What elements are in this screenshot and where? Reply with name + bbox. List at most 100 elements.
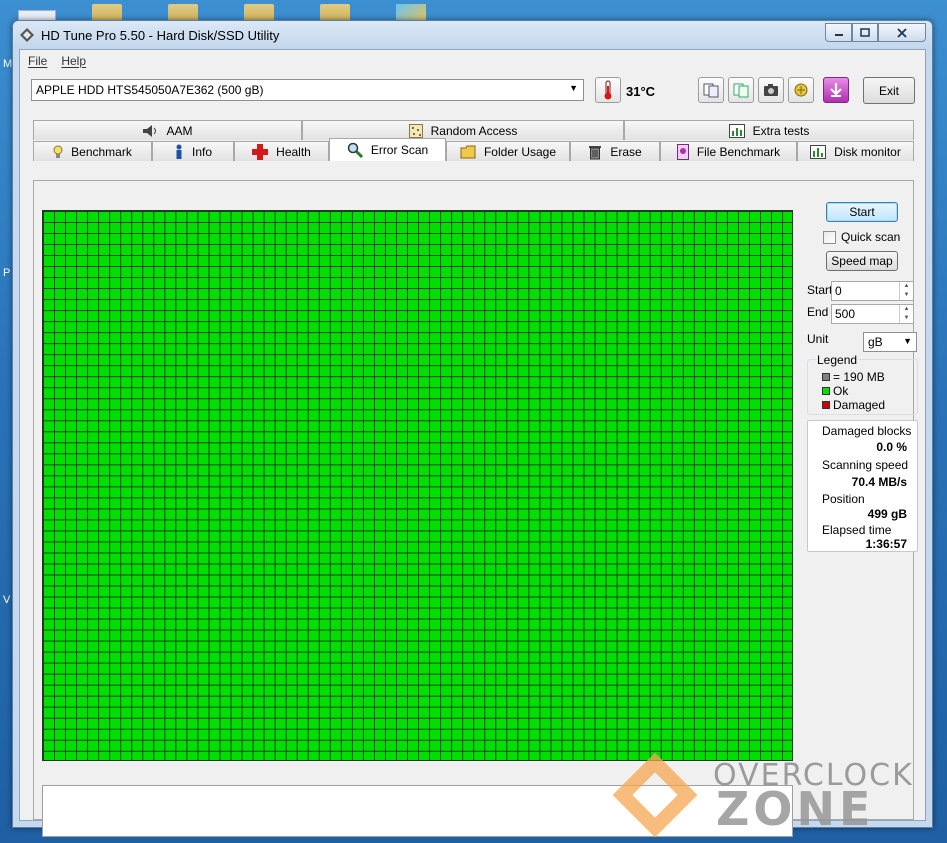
options-button[interactable] bbox=[788, 77, 814, 103]
menu-file[interactable]: File bbox=[28, 54, 47, 68]
drive-select[interactable]: APPLE HDD HTS545050A7E362 (500 gB) ▼ bbox=[31, 79, 584, 101]
error-scan-block-map bbox=[42, 210, 793, 761]
unit-select[interactable]: gB ▼ bbox=[863, 332, 917, 352]
minimize-button[interactable] bbox=[825, 23, 852, 42]
legend-block-size: = 190 MB bbox=[833, 370, 885, 384]
tab-aam[interactable]: AAM bbox=[33, 120, 302, 140]
desktop-label: M bbox=[3, 58, 13, 70]
tab-label: Error Scan bbox=[370, 143, 429, 157]
speaker-icon bbox=[143, 124, 157, 137]
thermometer-button[interactable] bbox=[595, 77, 621, 103]
quick-scan-checkbox[interactable] bbox=[823, 230, 836, 244]
end-input-value: 500 bbox=[835, 307, 856, 321]
menu-help[interactable]: Help bbox=[61, 54, 86, 68]
maximize-button[interactable] bbox=[852, 23, 878, 42]
start-input-value: 0 bbox=[835, 284, 842, 298]
tab-folder-usage[interactable]: Folder Usage bbox=[446, 141, 570, 161]
legend-damaged-label: Damaged bbox=[833, 398, 886, 412]
red-swatch-icon bbox=[822, 401, 830, 409]
file-benchmark-icon bbox=[676, 143, 689, 160]
end-spinner[interactable]: ▲ ▼ bbox=[899, 305, 913, 323]
unit-label: Unit bbox=[807, 332, 829, 346]
client-area: File Help APPLE HDD HTS545050A7E362 (500… bbox=[19, 49, 926, 837]
tab-health[interactable]: Health bbox=[234, 141, 329, 161]
temperature-value: 31°C bbox=[626, 84, 656, 99]
options-icon bbox=[794, 83, 808, 97]
tab-benchmark[interactable]: Benchmark bbox=[33, 141, 152, 161]
tab-info[interactable]: Info bbox=[152, 141, 234, 161]
app-icon bbox=[20, 28, 34, 42]
damaged-blocks-value: 0.0 % bbox=[876, 440, 907, 454]
thermometer-icon bbox=[604, 80, 612, 100]
tab-label: Random Access bbox=[430, 123, 518, 138]
green-swatch-icon bbox=[822, 387, 830, 395]
trash-icon bbox=[589, 145, 602, 159]
quick-scan-option[interactable]: Quick scan bbox=[823, 230, 900, 244]
close-button[interactable] bbox=[878, 23, 926, 42]
desktop-label: V bbox=[3, 594, 11, 606]
legend-title: Legend bbox=[816, 353, 859, 367]
end-input[interactable]: 500 ▲ ▼ bbox=[831, 304, 914, 324]
speed-map-button[interactable]: Speed map bbox=[826, 251, 898, 271]
scanning-speed-label: Scanning speed bbox=[822, 458, 909, 472]
tab-file-benchmark[interactable]: File Benchmark bbox=[660, 141, 797, 161]
save-button[interactable] bbox=[823, 77, 849, 103]
window-title: HD Tune Pro 5.50 - Hard Disk/SSD Utility bbox=[41, 28, 280, 43]
tab-error-scan[interactable]: Error Scan bbox=[329, 138, 446, 161]
tab-label: Extra tests bbox=[752, 123, 810, 138]
tab-disk-monitor[interactable]: Disk monitor bbox=[797, 141, 914, 161]
info-icon bbox=[176, 144, 182, 159]
desktop-label: P bbox=[3, 267, 11, 279]
chart-icon bbox=[728, 123, 745, 138]
position-label: Position bbox=[822, 492, 865, 506]
position-value: 499 gB bbox=[867, 507, 907, 521]
copy-button[interactable] bbox=[698, 77, 724, 103]
damaged-blocks-label: Damaged blocks bbox=[822, 424, 912, 438]
legend-item-damaged: Damaged bbox=[822, 398, 885, 412]
legend-group: Legend = 190 MB Ok Damaged bbox=[807, 353, 918, 415]
exit-button[interactable]: Exit bbox=[863, 77, 915, 104]
start-input[interactable]: 0 ▲ ▼ bbox=[831, 281, 914, 301]
legend-ok-label: Ok bbox=[833, 384, 849, 398]
screenshot-button[interactable] bbox=[758, 77, 784, 103]
menu-bar: File Help bbox=[20, 50, 925, 71]
elapsed-time-label: Elapsed time bbox=[822, 523, 892, 537]
quick-scan-label: Quick scan bbox=[841, 230, 901, 244]
end-field-label: End bbox=[807, 305, 829, 319]
magnifier-icon bbox=[347, 142, 363, 158]
gray-swatch-icon bbox=[822, 373, 830, 381]
tab-label: Benchmark bbox=[71, 144, 132, 159]
start-field-label: Start bbox=[807, 283, 833, 297]
tab-label: Disk monitor bbox=[834, 144, 901, 159]
monitor-chart-icon bbox=[810, 144, 827, 159]
copy-all-button[interactable] bbox=[728, 77, 754, 103]
tab-label: Erase bbox=[610, 144, 642, 159]
scanning-speed-value: 70.4 MB/s bbox=[851, 475, 907, 489]
tab-extra-tests[interactable]: Extra tests bbox=[624, 120, 914, 140]
copy-icon bbox=[703, 83, 719, 98]
watermark-text: ZONE bbox=[716, 782, 875, 836]
copy-all-icon bbox=[733, 83, 749, 98]
unit-select-value: gB bbox=[868, 335, 883, 349]
tab-label: File Benchmark bbox=[696, 144, 781, 159]
close-icon bbox=[897, 27, 907, 38]
chevron-down-icon: ▼ bbox=[903, 336, 912, 346]
tab-label: Info bbox=[191, 144, 212, 159]
elapsed-time-value: 1:36:57 bbox=[865, 537, 907, 551]
legend-item-block: = 190 MB bbox=[822, 370, 885, 384]
random-dots-icon bbox=[408, 123, 423, 138]
tab-erase[interactable]: Erase bbox=[570, 141, 660, 161]
camera-icon bbox=[764, 84, 778, 96]
start-scan-button[interactable]: Start bbox=[826, 202, 898, 222]
maximize-icon bbox=[860, 28, 870, 37]
arrow-down-icon bbox=[830, 83, 842, 97]
tab-random-access[interactable]: Random Access bbox=[302, 120, 624, 140]
title-bar[interactable]: HD Tune Pro 5.50 - Hard Disk/SSD Utility bbox=[13, 21, 932, 49]
start-spinner[interactable]: ▲ ▼ bbox=[899, 282, 913, 300]
app-window: HD Tune Pro 5.50 - Hard Disk/SSD Utility… bbox=[12, 20, 933, 837]
health-cross-icon bbox=[252, 143, 269, 160]
scan-statistics: Damaged blocks 0.0 % Scanning speed 70.4… bbox=[807, 420, 918, 552]
tab-label: Health bbox=[276, 144, 311, 159]
drive-select-value: APPLE HDD HTS545050A7E362 (500 gB) bbox=[36, 83, 264, 97]
tab-label: Folder Usage bbox=[483, 144, 557, 159]
